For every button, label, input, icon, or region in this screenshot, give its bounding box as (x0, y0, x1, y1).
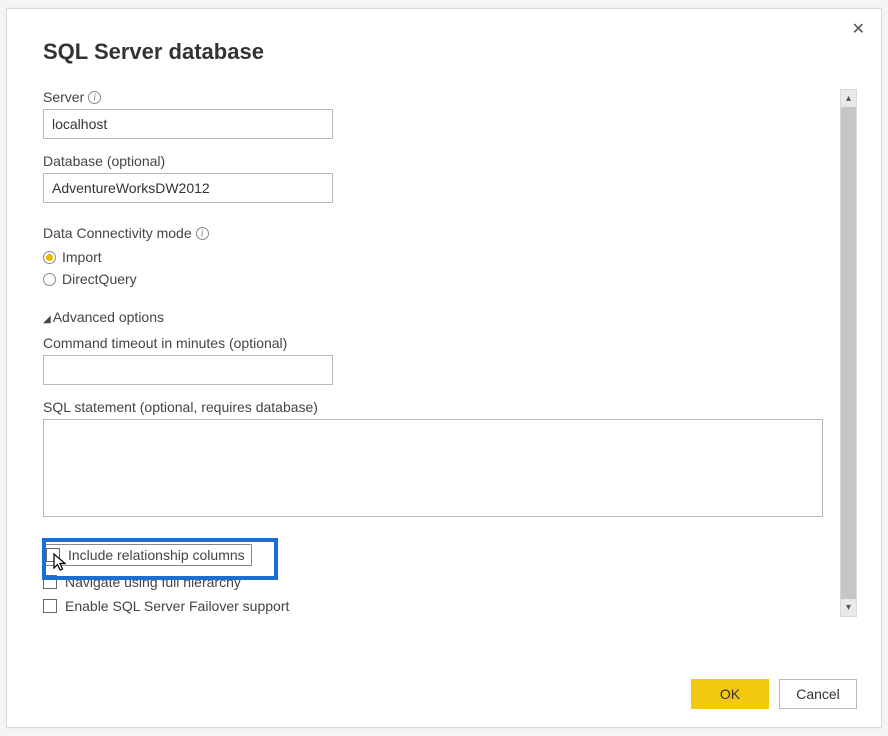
timeout-label: Command timeout in minutes (optional) (43, 335, 815, 351)
include-relationship-label: Include relationship columns (68, 547, 245, 563)
connectivity-mode-text: Data Connectivity mode (43, 225, 192, 241)
dialog-footer: OK Cancel (691, 679, 857, 709)
vertical-scrollbar[interactable]: ▴ ▾ (840, 89, 857, 617)
checkbox-icon[interactable] (43, 599, 57, 613)
dialog-title: SQL Server database (43, 39, 857, 65)
timeout-group: Command timeout in minutes (optional) (43, 335, 815, 385)
advanced-options-label: Advanced options (53, 309, 164, 325)
navigate-hierarchy-label: Navigate using full hierarchy (65, 574, 241, 590)
dialog-body: ▴ ▾ Server i Database (optional) Data Co… (43, 89, 857, 614)
include-relationship-checkbox-wrapper[interactable]: Include relationship columns (43, 544, 252, 566)
sql-group: SQL statement (optional, requires databa… (43, 399, 815, 522)
failover-label: Enable SQL Server Failover support (65, 598, 289, 614)
close-icon[interactable]: ✕ (852, 19, 865, 39)
advanced-checkboxes: Include relationship columns Navigate us… (43, 544, 815, 614)
cancel-button[interactable]: Cancel (779, 679, 857, 709)
radio-directquery[interactable]: DirectQuery (43, 271, 815, 287)
server-input[interactable] (43, 109, 333, 139)
info-icon[interactable]: i (88, 91, 101, 104)
checkbox-icon[interactable] (43, 575, 57, 589)
scroll-up-icon[interactable]: ▴ (841, 90, 856, 107)
sql-server-database-dialog: ✕ SQL Server database ▴ ▾ Server i Datab… (6, 8, 882, 728)
connectivity-mode-label: Data Connectivity mode i (43, 225, 815, 241)
info-icon[interactable]: i (196, 227, 209, 240)
navigate-hierarchy-row[interactable]: Navigate using full hierarchy (43, 574, 815, 590)
sql-statement-input[interactable] (43, 419, 823, 517)
scrollbar-thumb[interactable] (841, 107, 856, 599)
radio-directquery-label: DirectQuery (62, 271, 137, 287)
checkbox-icon[interactable] (46, 548, 60, 562)
server-group: Server i (43, 89, 815, 139)
server-label-text: Server (43, 89, 84, 105)
ok-button[interactable]: OK (691, 679, 769, 709)
database-label: Database (optional) (43, 153, 815, 169)
failover-row[interactable]: Enable SQL Server Failover support (43, 598, 815, 614)
triangle-down-icon: ◢ (43, 314, 51, 325)
timeout-input[interactable] (43, 355, 333, 385)
radio-icon (43, 251, 56, 264)
advanced-options-toggle[interactable]: ◢Advanced options (43, 309, 815, 325)
scroll-down-icon[interactable]: ▾ (841, 599, 856, 616)
radio-import[interactable]: Import (43, 249, 815, 265)
database-group: Database (optional) (43, 153, 815, 203)
radio-import-label: Import (62, 249, 102, 265)
sql-label: SQL statement (optional, requires databa… (43, 399, 815, 415)
include-relationship-row: Include relationship columns (43, 544, 815, 566)
database-input[interactable] (43, 173, 333, 203)
server-label: Server i (43, 89, 815, 105)
radio-icon (43, 273, 56, 286)
